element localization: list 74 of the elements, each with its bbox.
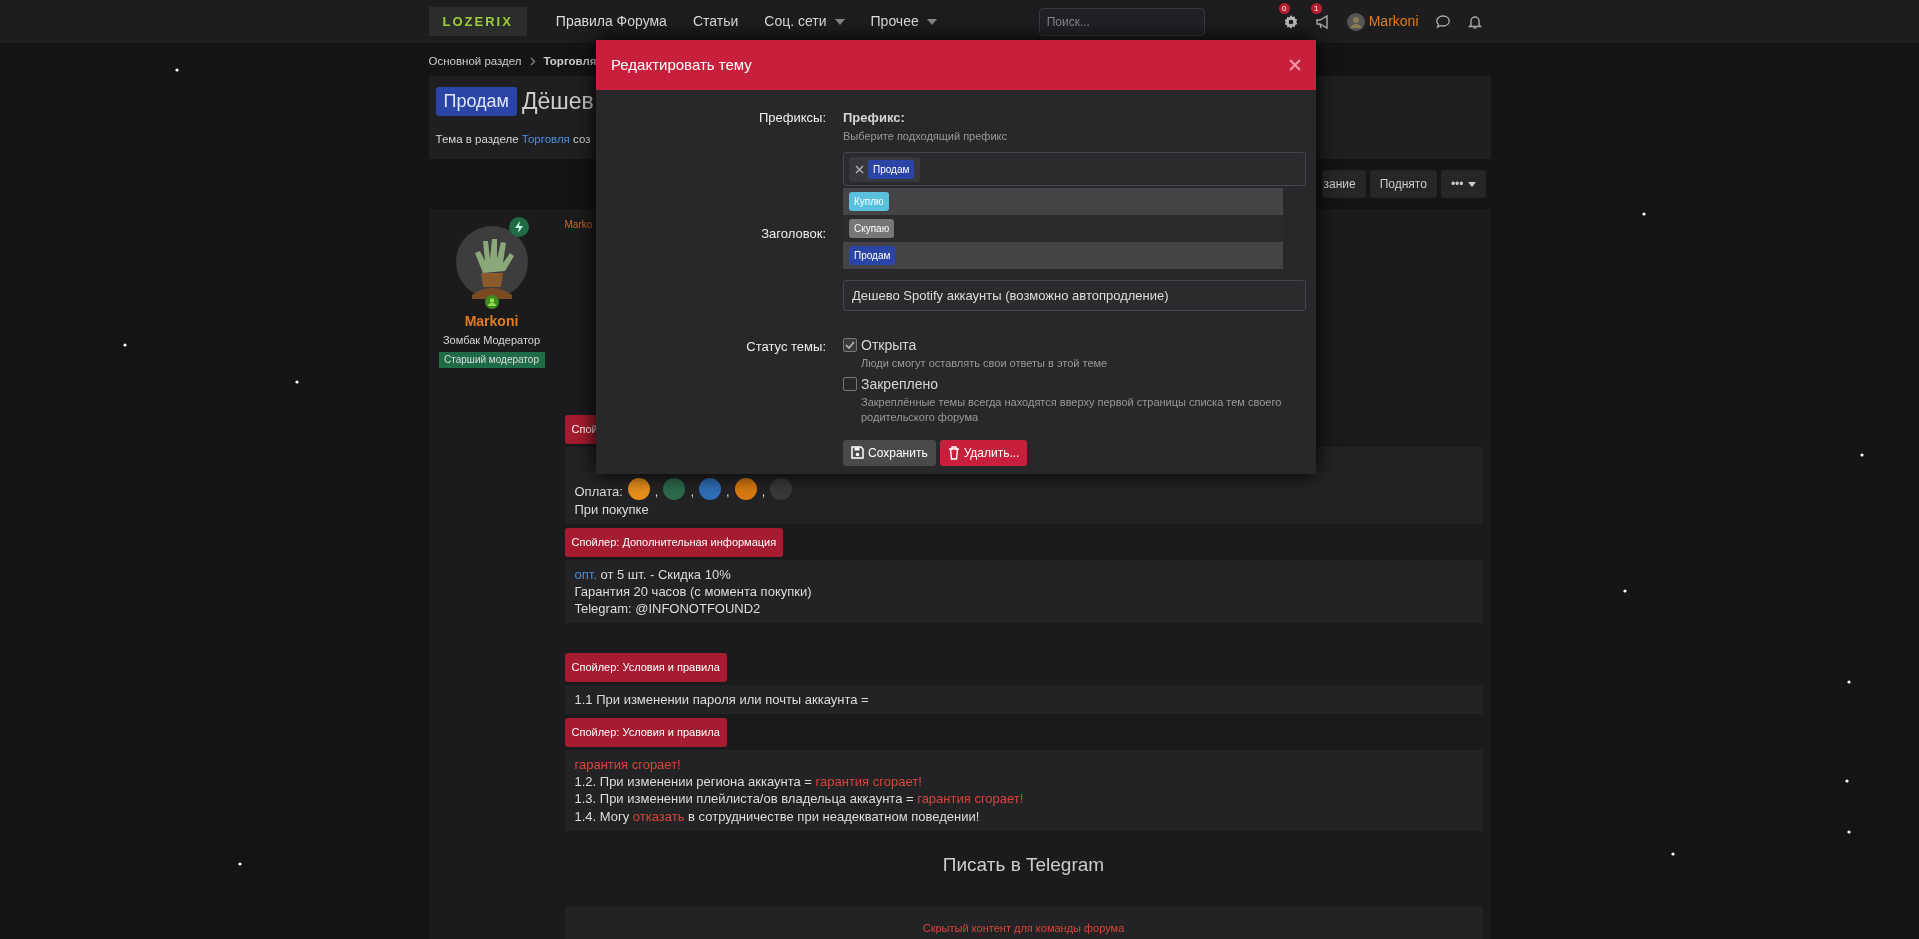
field-label: Префиксы: xyxy=(757,109,827,127)
spoiler-button[interactable]: Спойлер: Дополнительная информация xyxy=(564,528,784,557)
checkbox[interactable] xyxy=(843,338,857,352)
thread-title: Дёшев xyxy=(521,87,594,117)
remove-icon[interactable] xyxy=(855,164,864,174)
checkbox-hint: Закреплённые темы всегда находятся вверху первой страницы списка тем своего родительского форума xyxy=(861,395,1283,424)
nav-link[interactable]: Правила Форума xyxy=(542,11,680,32)
nav-link[interactable]: Прочее xyxy=(857,11,950,32)
post-line: 1.2. При изменении региона аккаунта = гарантия сгорает! xyxy=(574,772,923,791)
author-rank-badge: Старший модератор xyxy=(438,351,545,369)
dropdown-option[interactable]: Скупаю xyxy=(843,215,1283,242)
inline-link[interactable]: опт. xyxy=(574,566,597,582)
section-heading: Писать в Telegram xyxy=(941,852,1106,877)
post-line: гарантия сгорает! xyxy=(574,755,682,773)
separator-text: , xyxy=(726,483,730,501)
thread-action-button[interactable]: Поднято xyxy=(1369,170,1437,199)
megaphone-icon[interactable] xyxy=(1314,13,1331,30)
settings-icon[interactable] xyxy=(1282,13,1299,30)
post-line: Гарантия 20 часов (с момента покупки) xyxy=(574,582,813,601)
spoiler-button[interactable]: Спойлер: Условия и правила xyxy=(564,718,727,747)
hidden-content-notice: Скрытый контент для команды форума xyxy=(922,922,1125,935)
close-icon[interactable] xyxy=(1289,59,1301,71)
delete-button[interactable]: Удалить... xyxy=(939,439,1028,466)
search-field[interactable]: Поиск... xyxy=(1038,7,1205,36)
prefix-label: Продам xyxy=(435,87,517,116)
prefix-tag: Продам xyxy=(849,246,896,265)
post-line: 1.1 При изменении пароля или почты аккаунта = xyxy=(574,690,870,709)
spoiler-button[interactable]: Спойлер: Условия и правила xyxy=(564,653,727,682)
user-menu[interactable]: Markoni xyxy=(1346,11,1419,32)
checkbox[interactable] xyxy=(843,377,857,392)
notification-count: 0 xyxy=(1278,3,1290,15)
field-label: Статус темы: xyxy=(745,338,827,356)
thread-action-button[interactable]: зание xyxy=(1321,170,1366,199)
author-name[interactable]: Markoni xyxy=(428,311,555,333)
post-line: При покупке xyxy=(574,500,650,519)
post-line: опт. от 5 шт. - Скидка 10% xyxy=(574,565,732,583)
checkbox-label: Открыта xyxy=(861,336,918,355)
field-label: Заголовок: xyxy=(760,225,827,243)
nav-link[interactable]: Статьи xyxy=(679,11,752,32)
prefix-tag: Продам xyxy=(868,159,915,179)
prefix-select-field[interactable]: Продам xyxy=(843,152,1306,186)
prefix-tag: Скупаю xyxy=(849,219,895,238)
breadcrumb-link[interactable]: Торговля xyxy=(543,53,597,71)
lightning-icon xyxy=(508,217,529,238)
save-button[interactable]: Сохранить xyxy=(843,439,936,466)
chat-icon[interactable] xyxy=(1434,13,1451,30)
checkbox-label: Закреплено xyxy=(861,375,939,395)
field-heading: Префикс: xyxy=(843,109,906,127)
separator-text: , xyxy=(761,483,766,501)
thread-action-button[interactable]: ••• xyxy=(1440,170,1486,199)
chevron-icon xyxy=(529,57,536,67)
field-hint: Выберите подходящий префикс xyxy=(843,128,1008,144)
separator-text: , xyxy=(654,483,659,501)
dropdown-option[interactable]: Продам xyxy=(843,242,1283,269)
modal-title: Редактировать тему xyxy=(611,54,752,75)
post-line: 1.3. При изменении плейлиста/ов владельца аккаунта = гарантия сгорает! xyxy=(574,790,1025,808)
prefix-tag: Куплю xyxy=(849,192,889,211)
trash-icon xyxy=(947,445,960,460)
section-link[interactable]: Торговля xyxy=(521,132,570,145)
user-avatar-icon xyxy=(1346,12,1365,31)
bell-icon[interactable] xyxy=(1466,13,1483,30)
site-logo[interactable]: LOZERIX xyxy=(428,6,527,37)
post-line: Telegram: @INFONOTFOUND2 xyxy=(574,600,762,618)
payment-label: Оплата: xyxy=(574,483,623,501)
author-title: Зомбак Модератор xyxy=(441,333,542,349)
online-status-icon xyxy=(484,295,499,310)
separator-text: , xyxy=(690,483,695,501)
nav-link[interactable]: Соц. сети xyxy=(751,11,858,32)
breadcrumb-link[interactable]: Основной раздел xyxy=(428,53,522,71)
checkbox-hint: Люди смогут оставлять свои ответы в этой теме xyxy=(861,356,1108,371)
notification-count: 1 xyxy=(1310,3,1322,15)
save-icon xyxy=(851,446,864,460)
post-line: 1.4. Могу отказать в сотрудничестве при неадекватном поведении! xyxy=(574,807,981,825)
title-input[interactable]: Дешево Spotify аккаунты (возможно автопродление) xyxy=(843,280,1306,311)
